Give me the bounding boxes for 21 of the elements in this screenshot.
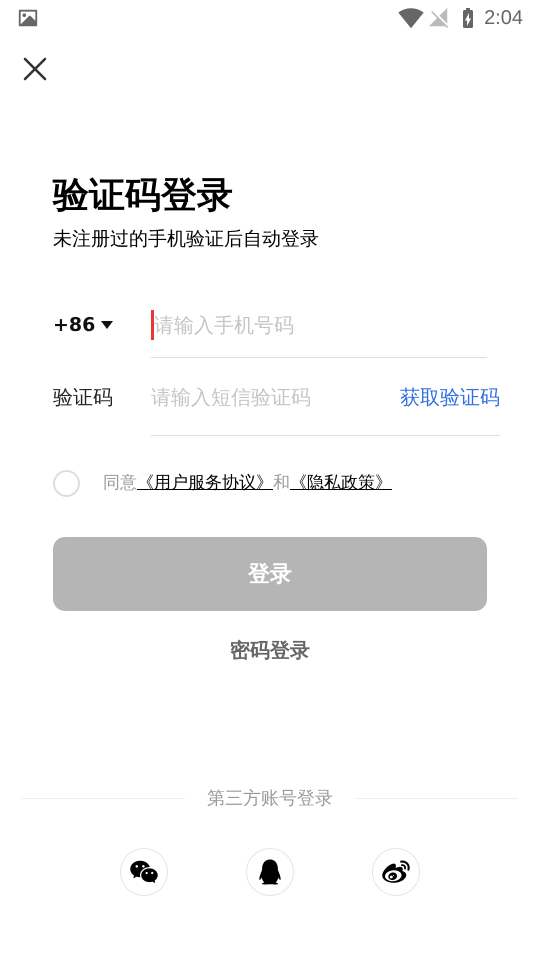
code-input[interactable]: 请输入短信验证码	[151, 382, 400, 412]
social-login-button[interactable]	[120, 848, 168, 896]
code-label: 验证码	[53, 384, 114, 411]
social-login-button[interactable]	[372, 848, 420, 896]
country-code-selector[interactable]: +86	[53, 292, 151, 358]
agree-text: 同意	[103, 472, 137, 495]
get-code-link[interactable]: 获取验证码	[400, 382, 500, 412]
social-login-button[interactable]	[246, 848, 294, 896]
agree-checkbox[interactable]	[53, 470, 80, 497]
privacy-policy-link[interactable]: 《隐私政策》	[290, 470, 392, 496]
password-login-link[interactable]: 密码登录	[230, 635, 310, 665]
user-agreement-link[interactable]: 《用户服务协议》	[137, 470, 273, 496]
subtitle: 未注册过的手机验证后自动登录	[53, 227, 320, 252]
page-title: 验证码登录	[53, 174, 234, 218]
caret-icon	[101, 321, 114, 329]
close-icon	[22, 56, 48, 82]
third-party-label: 第三方账号登录	[207, 787, 333, 811]
and-text: 和	[273, 472, 290, 495]
image-icon	[17, 7, 39, 29]
phone-input[interactable]: 请输入手机号码	[151, 310, 487, 340]
status-time: 2:04	[484, 6, 523, 31]
